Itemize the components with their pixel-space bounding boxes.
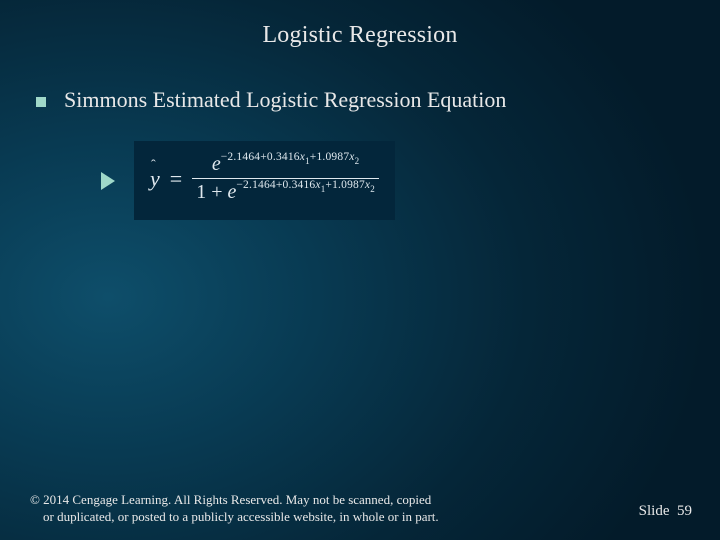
fraction: e−2.1464+0.3416x1+1.0987x2 1 + e−2.1464+… [192, 151, 379, 206]
numerator: e−2.1464+0.3416x1+1.0987x2 [208, 151, 363, 178]
triangle-play-icon [100, 171, 116, 191]
slide-label: Slide [639, 503, 670, 519]
slide-container: Logistic Regression Simmons Estimated Lo… [0, 0, 720, 540]
equation: ˆ y = e−2.1464+0.3416x1+1.0987x2 1 + e−2… [150, 151, 379, 206]
copyright-text: © 2014 Cengage Learning. All Rights Rese… [30, 491, 439, 526]
e-base-num: e [212, 153, 221, 175]
hat-symbol: ˆ [151, 158, 156, 174]
copyright-line1: © 2014 Cengage Learning. All Rights Rese… [30, 492, 431, 507]
y-hat: ˆ y [150, 166, 162, 192]
equation-row: ˆ y = e−2.1464+0.3416x1+1.0987x2 1 + e−2… [100, 141, 690, 220]
one-plus: 1 + [196, 181, 227, 203]
bullet-row: Simmons Estimated Logistic Regression Eq… [36, 87, 690, 113]
exponent-den: −2.1464+0.3416x1+1.0987x2 [236, 179, 375, 191]
copyright-line2: or duplicated, or posted to a publicly a… [43, 509, 439, 524]
bullet-text: Simmons Estimated Logistic Regression Eq… [64, 87, 506, 113]
slide-title: Logistic Regression [30, 22, 690, 49]
slide-number: Slide 59 [639, 503, 692, 526]
denominator: 1 + e−2.1464+0.3416x1+1.0987x2 [192, 179, 379, 206]
equation-box: ˆ y = e−2.1464+0.3416x1+1.0987x2 1 + e−2… [134, 141, 395, 220]
exponent-num: −2.1464+0.3416x1+1.0987x2 [221, 151, 360, 163]
slide-num-value: 59 [677, 503, 692, 519]
equals-sign: = [170, 166, 182, 192]
square-bullet-icon [36, 97, 46, 107]
footer: © 2014 Cengage Learning. All Rights Rese… [0, 491, 720, 526]
